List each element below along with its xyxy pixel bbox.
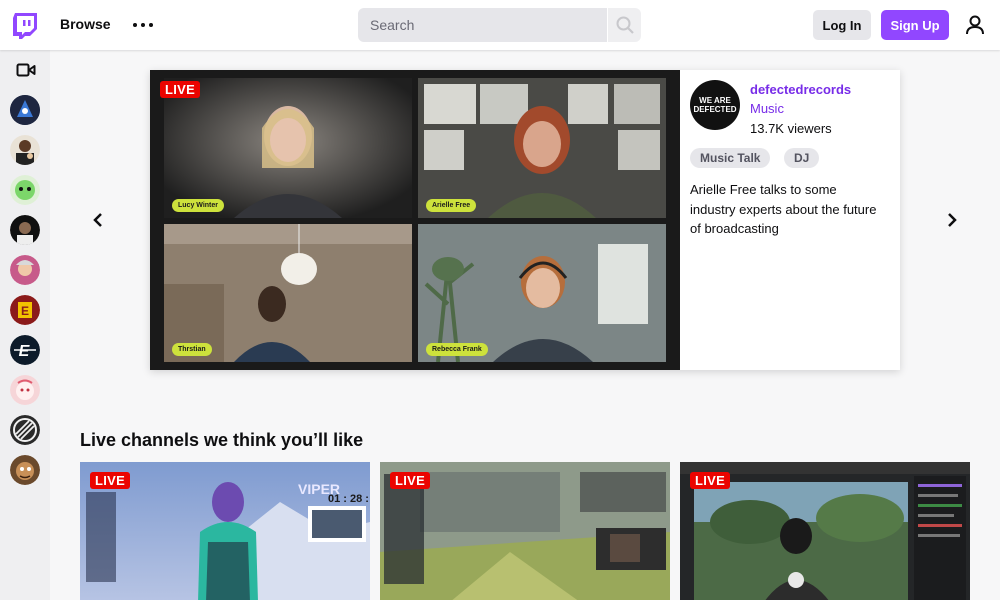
video-participant-tile: Lucy Winter	[164, 78, 412, 218]
sidebar-channel-avatar[interactable]	[10, 375, 40, 405]
video-participant-tile: Arielle Free	[418, 78, 666, 218]
live-badge: LIVE	[160, 81, 201, 98]
carousel-next-button[interactable]	[941, 208, 963, 232]
participant-name-tag: Arielle Free	[426, 199, 477, 212]
live-channels-heading: Live channels we think you’ll like	[80, 430, 364, 450]
chevron-right-icon	[948, 213, 957, 227]
sidebar-channel-avatar[interactable]	[10, 415, 40, 445]
sidebar-channel-avatar[interactable]	[10, 95, 40, 125]
top-nav: Browse Log In Sign Up	[0, 0, 1000, 50]
video-participant-tile: Rebecca Frank	[418, 224, 666, 362]
search-icon	[616, 16, 634, 34]
user-icon[interactable]	[965, 14, 985, 36]
search-button[interactable]	[608, 8, 641, 42]
featured-video-player[interactable]: Lucy Winter Arielle Free Thrstian Rebecc…	[150, 70, 680, 370]
participant-name-tag: Lucy Winter	[172, 199, 224, 212]
signup-button[interactable]: Sign Up	[881, 10, 949, 40]
live-badge: LIVE	[390, 472, 431, 489]
tag-dj[interactable]: DJ	[784, 148, 820, 168]
more-options-icon[interactable]	[133, 16, 153, 34]
sidebar-channel-avatar[interactable]	[10, 255, 40, 285]
stream-description: Arielle Free talks to some industry expe…	[690, 182, 877, 236]
sidebar-channel-avatar[interactable]	[10, 215, 40, 245]
sidebar-channel-avatar[interactable]	[10, 135, 40, 165]
participant-name-tag: Thrstian	[172, 343, 212, 356]
sidebar-channel-avatar[interactable]: E	[10, 335, 40, 365]
stream-thumbnail[interactable]: 01 : 28 : 31 VIPER LIVE	[80, 462, 370, 600]
video-participant-tile: Thrstian	[164, 224, 412, 362]
featured-stream-card[interactable]: Lucy Winter Arielle Free Thrstian Rebecc…	[150, 70, 900, 370]
live-badge: LIVE	[690, 472, 731, 489]
svg-text:E: E	[21, 304, 29, 318]
stream-thumbnail[interactable]: LIVE	[380, 462, 670, 600]
chevron-left-icon	[93, 213, 102, 227]
svg-text:VIPER: VIPER	[298, 481, 340, 497]
twitch-logo-icon[interactable]	[12, 12, 38, 40]
tag-music-talk[interactable]: Music Talk	[690, 148, 771, 168]
stream-thumbnail[interactable]: LIVE	[680, 462, 970, 600]
sidebar-channel-avatar[interactable]	[10, 175, 40, 205]
featured-stream-info: WE ARE DEFECTED defectedrecords Music 13…	[680, 70, 900, 370]
carousel-prev-button[interactable]	[87, 208, 109, 232]
svg-text:E: E	[19, 343, 31, 360]
channel-name-link[interactable]: defectedrecords	[750, 82, 851, 97]
participant-name-tag: Rebecca Frank	[426, 343, 488, 356]
sidebar-channel-avatar[interactable]	[10, 455, 40, 485]
sidebar-channel-avatar[interactable]: E	[10, 295, 40, 325]
browse-link[interactable]: Browse	[60, 16, 111, 32]
video-camera-icon[interactable]	[16, 62, 36, 78]
login-button[interactable]: Log In	[813, 10, 871, 40]
search-input[interactable]	[358, 8, 607, 42]
viewer-count: 13.7K viewers	[750, 121, 832, 136]
live-badge: LIVE	[90, 472, 131, 489]
category-link[interactable]: Music	[750, 101, 784, 116]
channel-avatar[interactable]: WE ARE DEFECTED	[690, 80, 740, 130]
sidebar: E E	[0, 50, 50, 600]
